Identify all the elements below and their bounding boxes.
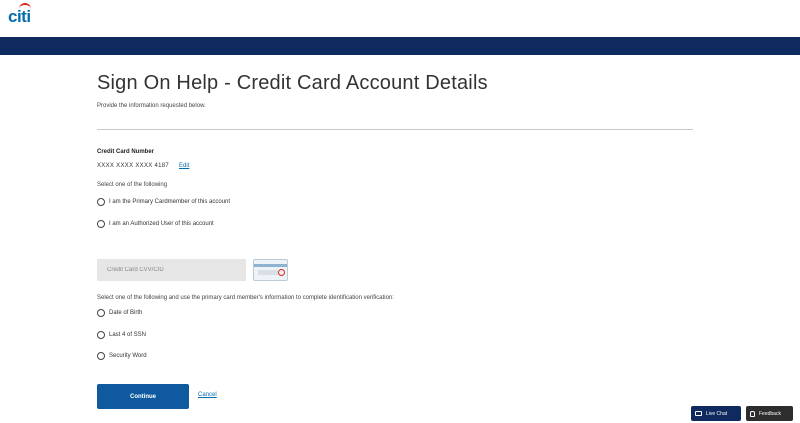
radio-circle-icon[interactable] [97,220,105,228]
radio-label: I am the Primary Cardmember of this acco… [109,199,231,205]
radio-label: Date of Birth [109,310,143,316]
radio-primary-cardmember[interactable]: I am the Primary Cardmember of this acco… [97,198,230,206]
cvv-input[interactable] [97,259,246,281]
radio-authorized-user[interactable]: I am an Authorized User of this account [97,220,214,228]
citi-logo[interactable]: citi [8,3,31,27]
cancel-link[interactable]: Cancel [198,392,217,398]
masked-card-number: XXXX XXXX XXXX 4187 [97,163,170,169]
continue-button[interactable]: Continue [97,384,189,409]
live-chat-label: Live Chat [706,410,728,417]
live-chat-button[interactable]: Live Chat [691,406,741,421]
radio-circle-icon[interactable] [97,352,105,360]
radio-circle-icon[interactable] [97,309,105,317]
logo-arc-icon [19,3,31,11]
page-subtitle: Provide the information requested below. [97,103,206,109]
feedback-label: Feedback [759,410,781,417]
radio-last-4-ssn[interactable]: Last 4 of SSN [97,331,146,339]
feedback-button[interactable]: Feedback [746,406,793,421]
header-band [0,37,800,55]
page-title: Sign On Help - Credit Card Account Detai… [97,72,488,94]
card-back-icon [253,259,288,281]
chat-icon [695,411,702,416]
radio-label: Last 4 of SSN [109,332,147,338]
card-stripe [254,264,287,267]
card-signature-strip [258,270,278,275]
radio-label: I am an Authorized User of this account [109,221,214,227]
divider [97,129,693,130]
radio-circle-icon[interactable] [97,331,105,339]
top-bar: citi [0,0,800,37]
cvv-highlight-circle [278,269,285,276]
verification-prompt: Select one of the following and use the … [97,295,394,301]
thumbs-up-icon [750,410,755,417]
radio-security-word[interactable]: Security Word [97,352,147,360]
card-number-label: Credit Card Number [97,149,155,155]
edit-card-link[interactable]: Edit [179,163,189,169]
radio-label: Security Word [109,353,147,359]
role-prompt: Select one of the following [97,182,168,188]
radio-date-of-birth[interactable]: Date of Birth [97,309,142,317]
radio-circle-icon[interactable] [97,198,105,206]
